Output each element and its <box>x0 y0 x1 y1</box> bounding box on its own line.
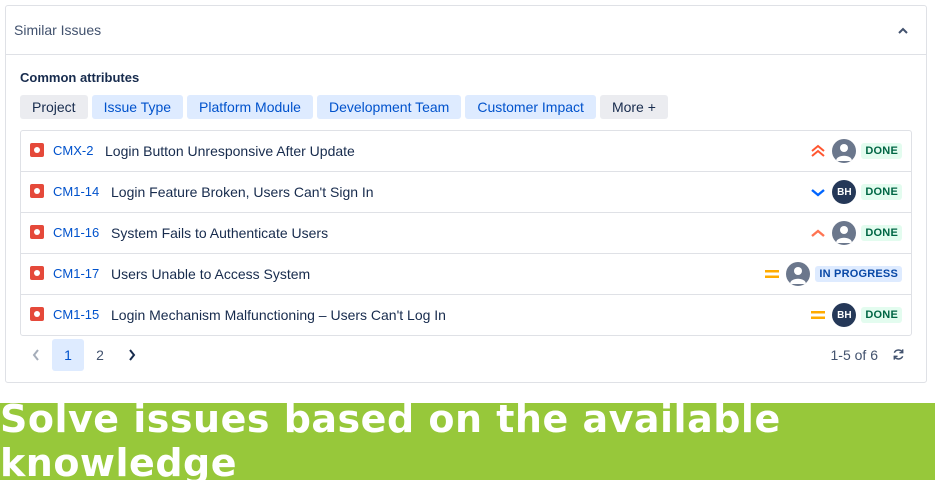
chip-development-team[interactable]: Development Team <box>316 95 462 119</box>
panel-title: Similar Issues <box>14 22 102 38</box>
issue-summary[interactable]: Login Feature Broken, Users Can't Sign I… <box>111 184 809 200</box>
promo-banner: Solve issues based on the available know… <box>0 397 935 480</box>
issue-summary[interactable]: System Fails to Authenticate Users <box>111 225 809 241</box>
chip-more[interactable]: More + <box>599 95 668 119</box>
bug-icon <box>30 307 44 321</box>
priority-medium-icon <box>763 265 781 283</box>
common-attributes-label: Common attributes <box>20 70 140 85</box>
issue-key[interactable]: CM1-16 <box>53 225 111 240</box>
bug-icon <box>30 225 44 239</box>
unassigned-avatar-icon[interactable] <box>832 139 857 163</box>
unassigned-avatar-icon[interactable] <box>786 262 811 286</box>
chip-customer-impact[interactable]: Customer Impact <box>465 95 596 119</box>
issue-row[interactable]: CMX-2 Login Button Unresponsive After Up… <box>21 131 911 172</box>
chevron-right-icon[interactable] <box>116 339 148 371</box>
result-range: 1-5 of 6 <box>830 347 878 363</box>
priority-medium-icon <box>809 306 827 324</box>
priority-highest-icon <box>809 142 827 160</box>
issue-key[interactable]: CM1-17 <box>53 266 111 281</box>
assignee-avatar[interactable]: BH <box>832 180 857 204</box>
status-badge: DONE <box>861 307 902 323</box>
similar-issues-panel: Similar Issues Common attributes Project… <box>5 5 927 383</box>
priority-high-icon <box>809 224 827 242</box>
issue-list: CMX-2 Login Button Unresponsive After Up… <box>20 130 912 336</box>
bug-icon <box>30 266 44 280</box>
page-button-2[interactable]: 2 <box>84 339 116 371</box>
unassigned-avatar-icon[interactable] <box>832 221 857 245</box>
issue-key[interactable]: CMX-2 <box>53 143 105 158</box>
issue-summary[interactable]: Users Unable to Access System <box>111 266 763 282</box>
attribute-chips: Project Issue Type Platform Module Devel… <box>20 95 668 119</box>
assignee-avatar[interactable]: BH <box>832 303 857 327</box>
chevron-up-icon[interactable] <box>894 21 912 39</box>
bug-icon <box>30 184 44 198</box>
status-badge: DONE <box>861 143 902 159</box>
status-badge: DONE <box>861 225 902 241</box>
issue-row[interactable]: CM1-14 Login Feature Broken, Users Can't… <box>21 172 911 213</box>
issue-summary[interactable]: Login Mechanism Malfunctioning – Users C… <box>111 307 809 323</box>
status-badge: DONE <box>861 184 902 200</box>
issue-key[interactable]: CM1-14 <box>53 184 111 199</box>
issue-row[interactable]: CM1-15 Login Mechanism Malfunctioning – … <box>21 295 911 335</box>
chip-project[interactable]: Project <box>20 95 88 119</box>
chip-platform-module[interactable]: Platform Module <box>187 95 313 119</box>
page-button-1[interactable]: 1 <box>52 339 84 371</box>
pagination: 1 2 <box>20 339 148 371</box>
issue-row[interactable]: CM1-17 Users Unable to Access System IN … <box>21 254 911 295</box>
chevron-left-icon[interactable] <box>20 339 52 371</box>
banner-text: Solve issues based on the available know… <box>0 396 781 480</box>
issue-summary[interactable]: Login Button Unresponsive After Update <box>105 143 809 159</box>
bug-icon <box>30 143 44 157</box>
issue-row[interactable]: CM1-16 System Fails to Authenticate User… <box>21 213 911 254</box>
refresh-icon[interactable] <box>890 346 906 362</box>
panel-header: Similar Issues <box>6 6 926 55</box>
status-badge: IN PROGRESS <box>815 266 902 282</box>
chip-issue-type[interactable]: Issue Type <box>91 95 184 119</box>
priority-low-icon <box>809 183 827 201</box>
issue-key[interactable]: CM1-15 <box>53 307 111 322</box>
